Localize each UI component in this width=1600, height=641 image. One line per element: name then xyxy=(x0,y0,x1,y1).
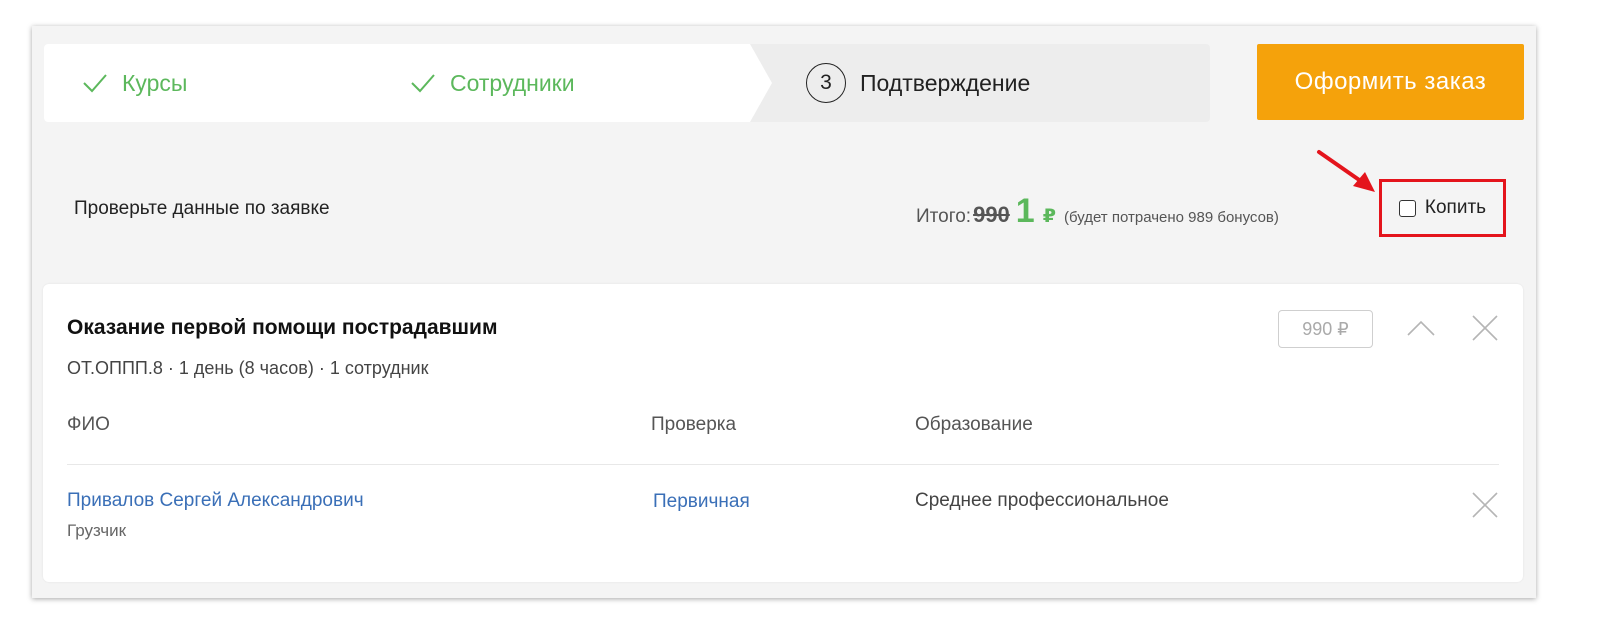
course-title: Оказание первой помощи пострадавшим xyxy=(67,316,498,339)
bonus-note: (будет потрачено 989 бонусов) xyxy=(1063,209,1279,226)
accumulate-checkbox[interactable] xyxy=(1398,199,1416,217)
order-panel: Курсы Сотрудники 3 Подтверждение Оформит… xyxy=(32,26,1536,598)
currency-sign: ₽ xyxy=(1042,206,1056,227)
column-header-fio: ФИО xyxy=(67,414,110,435)
check-data-label: Проверьте данные по заявке xyxy=(74,198,330,219)
accumulate-label: Копить xyxy=(1424,197,1487,218)
column-header-education: Образование xyxy=(915,414,1033,435)
employee-education: Среднее профессиональное xyxy=(915,490,1169,511)
course-meta: ОТ.ОППП.8 · 1 день (8 часов) · 1 сотрудн… xyxy=(67,358,429,378)
step-courses-label: Курсы xyxy=(122,69,188,96)
order-stepper: Курсы Сотрудники 3 Подтверждение xyxy=(44,44,1210,122)
course-card: Оказание первой помощи пострадавшим ОТ.О… xyxy=(43,284,1523,582)
employee-role: Грузчик xyxy=(67,521,127,540)
employee-name-link[interactable]: Привалов Сергей Александрович xyxy=(67,490,364,512)
new-price: 1 xyxy=(1015,192,1035,230)
step-number: 3 xyxy=(806,63,846,103)
check-type-link[interactable]: Первичная xyxy=(653,491,750,513)
total-label: Итого: xyxy=(916,206,972,227)
collapse-chevron-up-icon[interactable] xyxy=(1405,318,1437,338)
step-confirmation-label: Подтверждение xyxy=(860,69,1031,96)
step-employees[interactable]: Сотрудники xyxy=(410,44,575,122)
check-icon xyxy=(83,74,107,93)
old-price: 990 xyxy=(973,202,1010,227)
check-icon xyxy=(411,74,435,93)
course-price-badge: 990 ₽ xyxy=(1278,310,1373,348)
remove-course-close-icon[interactable] xyxy=(1471,314,1499,342)
remove-employee-close-icon[interactable] xyxy=(1471,491,1499,519)
red-arrow-annotation xyxy=(1317,150,1375,192)
step-confirmation: 3 Подтверждение xyxy=(806,44,1030,122)
column-header-check: Проверка xyxy=(651,414,737,435)
place-order-button[interactable]: Оформить заказ xyxy=(1257,44,1524,120)
step-courses[interactable]: Курсы xyxy=(82,44,187,122)
order-total: Итого: 990 1 ₽ (будет потрачено 989 бону… xyxy=(916,192,1279,231)
accumulate-bonuses-toggle[interactable]: Копить xyxy=(1379,179,1506,237)
table-divider xyxy=(67,464,1499,465)
step-employees-label: Сотрудники xyxy=(450,69,575,96)
